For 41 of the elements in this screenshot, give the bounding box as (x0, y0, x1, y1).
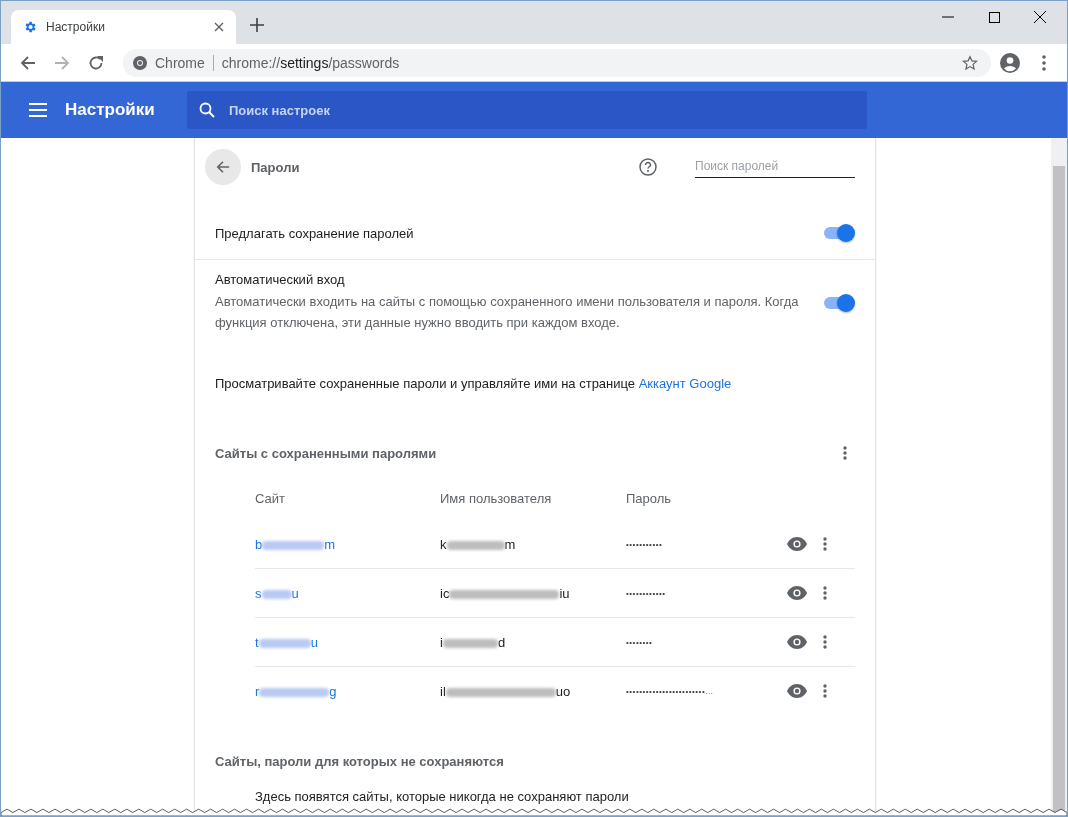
search-field[interactable]: Поиск настроек (187, 91, 867, 129)
toggle-switch[interactable] (823, 294, 855, 311)
browser-tab[interactable]: Настройки (11, 10, 236, 44)
password-cell-text: ••••••••••••••••••••••••… (626, 686, 715, 696)
site-link[interactable]: t u (255, 634, 440, 650)
setting-label: Автоматический вход (215, 272, 346, 287)
toggle-switch[interactable] (823, 225, 855, 241)
help-icon[interactable] (639, 158, 657, 176)
setting-description: Автоматически входить на сайты с помощью сохраненного имени пользователя и пароля. Когда функция отключена, эти данные нужно вводить при каждом входе. (215, 293, 800, 332)
chrome-icon (133, 55, 147, 70)
show-password-icon[interactable] (787, 684, 807, 698)
app-title: Настройки (65, 100, 156, 120)
column-header: Сайт (255, 490, 286, 506)
section-heading: Сайты с сохраненными паролями (215, 445, 438, 461)
tab-title: Настройки (46, 20, 106, 34)
site-link[interactable]: s u (255, 585, 440, 601)
username-cell-text: k m (440, 536, 517, 552)
empty-note: Здесь появятся сайты, которые никогда не сохраняют пароли (254, 789, 630, 804)
setting-label: Предлагать сохранение паролей (215, 225, 415, 241)
site-link[interactable]: r g (255, 683, 440, 699)
column-header: Имя пользователя (440, 490, 553, 506)
gear-icon (23, 20, 37, 34)
search-icon (199, 102, 215, 118)
column-header: Пароль (626, 490, 673, 506)
site-link[interactable]: b m (255, 536, 440, 552)
section-heading: Сайты, пароли для которых не сохраняются (214, 754, 505, 769)
show-password-icon[interactable] (787, 537, 807, 551)
password-cell-text: •••••••••••• (626, 588, 667, 598)
account-link[interactable]: Аккаунт Google (638, 376, 732, 391)
password-search-field[interactable]: Поиск паролей (695, 156, 855, 178)
address-bar[interactable]: Chrome chrome://settings/passwords (123, 48, 991, 77)
password-cell-text: ••••••••••• (626, 539, 664, 549)
site-origin: Chrome (155, 54, 214, 71)
close-tab-icon[interactable] (214, 22, 224, 32)
url-text: chrome://settings/passwords (221, 54, 401, 71)
page-title: Пароли (251, 159, 301, 175)
back-icon[interactable] (205, 149, 241, 185)
password-cell-text: •••••••• (626, 637, 654, 647)
show-password-icon[interactable] (787, 635, 807, 649)
show-password-icon[interactable] (787, 586, 807, 600)
account-note: Просматривайте сохраненные пароли и управляйте ими на странице Аккаунт Google (214, 376, 733, 391)
